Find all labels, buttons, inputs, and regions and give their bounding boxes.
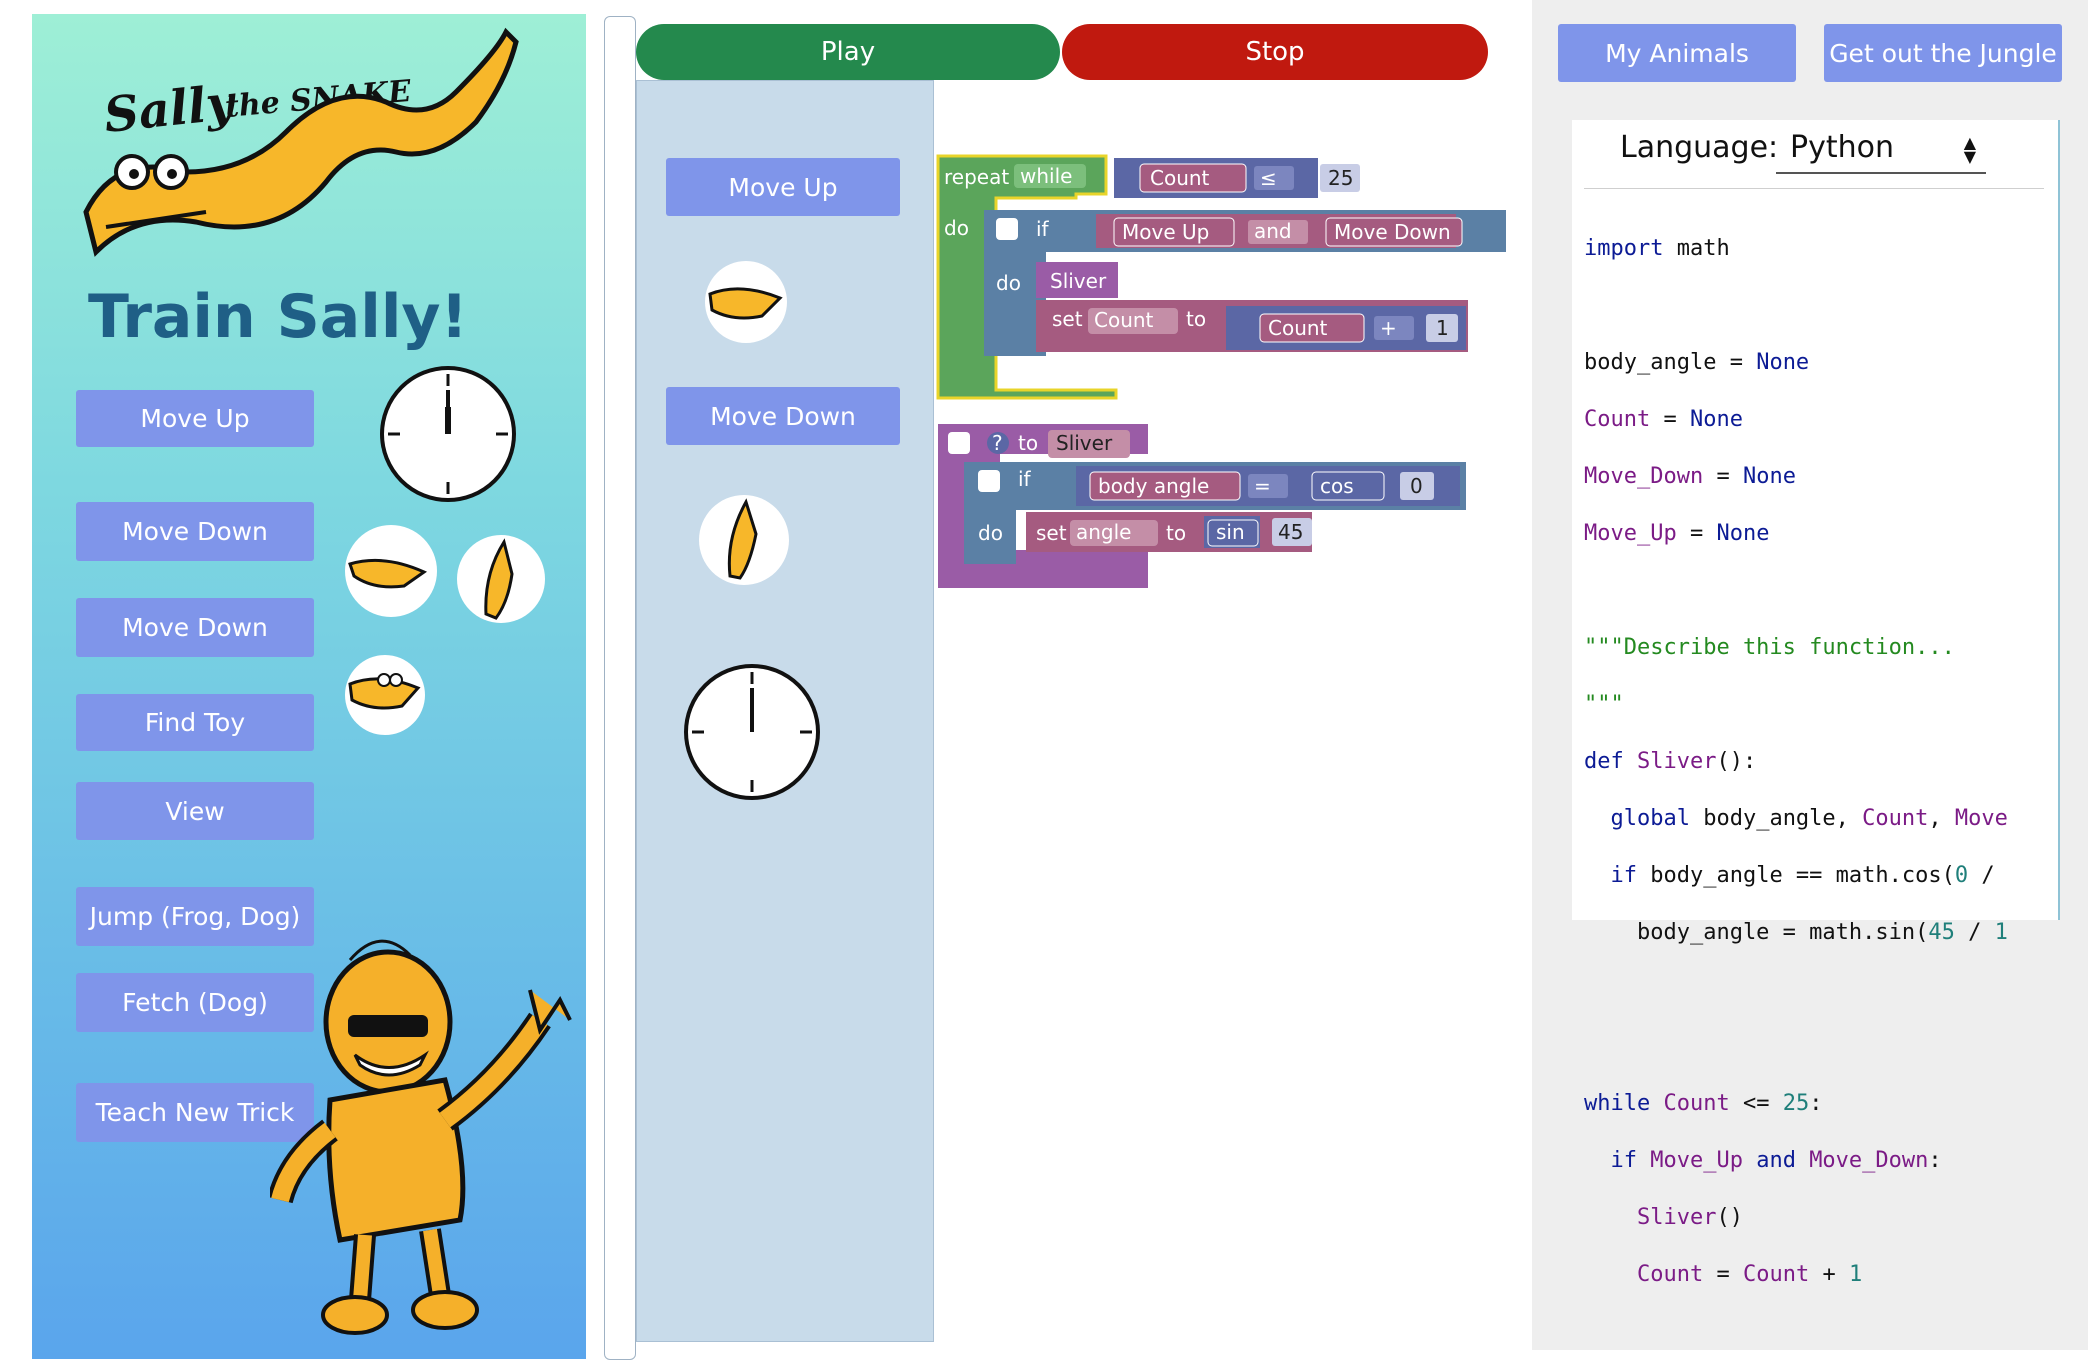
- svg-text:Sally: Sally: [101, 74, 239, 144]
- language-label: Language:: [1620, 130, 1779, 165]
- svg-text:to: to: [1166, 521, 1186, 545]
- svg-text:1: 1: [1436, 316, 1449, 340]
- svg-text:set: set: [1036, 521, 1067, 545]
- svg-text:repeat: repeat: [944, 165, 1009, 189]
- snake-logo: Sally the SNAKE: [83, 27, 519, 257]
- palette-move-down-block[interactable]: Move Down: [666, 387, 900, 445]
- page-title: Train Sally!: [88, 282, 468, 352]
- code-line: if Move_Up and Move_Down:: [1584, 1147, 1942, 1173]
- snake-head-icon: [345, 525, 437, 617]
- find-toy-button[interactable]: Find Toy: [76, 694, 314, 751]
- code-line: Count = Count + 1: [1584, 1261, 1863, 1287]
- svg-text:cos: cos: [1320, 474, 1354, 498]
- svg-text:set: set: [1052, 307, 1083, 331]
- svg-text:to: to: [1018, 431, 1038, 455]
- svg-text:do: do: [944, 216, 969, 240]
- svg-text:Move Down: Move Down: [1334, 220, 1451, 244]
- svg-text:Count: Count: [1268, 316, 1328, 340]
- snake-head-icon-palette: [705, 261, 787, 343]
- language-value: Python: [1790, 130, 1894, 165]
- svg-text:and: and: [1254, 219, 1292, 243]
- svg-text:body angle: body angle: [1098, 474, 1209, 498]
- palette-move-up-block[interactable]: Move Up: [666, 158, 900, 216]
- code-line: Count = None: [1584, 406, 1743, 432]
- clock-icon: [380, 366, 516, 502]
- svg-text:do: do: [996, 271, 1021, 295]
- snake-head-up-icon-palette: [699, 495, 789, 585]
- svg-text:if: if: [1018, 467, 1032, 491]
- svg-text:Count: Count: [1150, 166, 1210, 190]
- blocks-workspace[interactable]: repeat while do Count ≤ 25 if Move Up an…: [936, 150, 1536, 600]
- snake-head-up-icon: [457, 535, 545, 623]
- code-line: body_angle = math.sin(45 / 1: [1584, 919, 2008, 945]
- move-down-button-2[interactable]: Move Down: [76, 598, 314, 657]
- stop-button[interactable]: Stop: [1062, 24, 1488, 80]
- svg-text:+: +: [1380, 316, 1397, 340]
- svg-text:Count: Count: [1094, 308, 1154, 332]
- play-button[interactable]: Play: [636, 24, 1060, 80]
- svg-text:≤: ≤: [1260, 166, 1277, 190]
- language-select[interactable]: Python ▲ ▼: [1776, 130, 1986, 174]
- svg-text:do: do: [978, 521, 1003, 545]
- svg-text:Sliver: Sliver: [1050, 269, 1107, 293]
- my-animals-button[interactable]: My Animals: [1558, 24, 1796, 82]
- svg-text:45: 45: [1278, 520, 1303, 544]
- svg-text:angle: angle: [1076, 520, 1132, 544]
- code-line: while Count <= 25:: [1584, 1090, 1823, 1116]
- code-line: body_angle = None: [1584, 349, 1810, 375]
- svg-text:Move Up: Move Up: [1122, 220, 1209, 244]
- svg-text:while: while: [1020, 164, 1072, 188]
- code-line: Sliver(): [1584, 1204, 1743, 1230]
- scrollbar[interactable]: [604, 16, 636, 1360]
- svg-text:Sliver: Sliver: [1056, 431, 1113, 455]
- divider: [1584, 188, 2044, 189]
- code-line: import math: [1584, 235, 1730, 261]
- code-line: """: [1584, 691, 1624, 717]
- code-line: if body_angle == math.cos(0 /: [1584, 862, 1995, 888]
- code-line: Move_Down = None: [1584, 463, 1796, 489]
- code-editor[interactable]: import math body_angle = None Count = No…: [1584, 206, 2058, 1318]
- code-line: """Describe this function...: [1584, 634, 1955, 660]
- code-line: Move_Up = None: [1584, 520, 1770, 546]
- select-arrows-icon: ▲ ▼: [1963, 133, 1976, 166]
- svg-text:25: 25: [1328, 166, 1353, 190]
- code-line: def Sliver():: [1584, 748, 1757, 774]
- svg-text:=: =: [1254, 474, 1271, 498]
- svg-text:?: ?: [992, 431, 1003, 455]
- snake-head-icon-2: [345, 655, 425, 735]
- move-up-button[interactable]: Move Up: [76, 390, 314, 447]
- clock-icon-palette: [684, 664, 820, 800]
- svg-text:0: 0: [1410, 474, 1423, 498]
- code-line: global body_angle, Count, Move: [1584, 805, 2008, 831]
- svg-text:sin: sin: [1216, 520, 1245, 544]
- move-down-button[interactable]: Move Down: [76, 502, 314, 561]
- svg-text:to: to: [1186, 307, 1206, 331]
- view-button[interactable]: View: [76, 782, 314, 840]
- svg-text:if: if: [1036, 217, 1050, 241]
- get-out-jungle-button[interactable]: Get out the Jungle: [1824, 24, 2062, 82]
- robot-mascot: [270, 939, 572, 1335]
